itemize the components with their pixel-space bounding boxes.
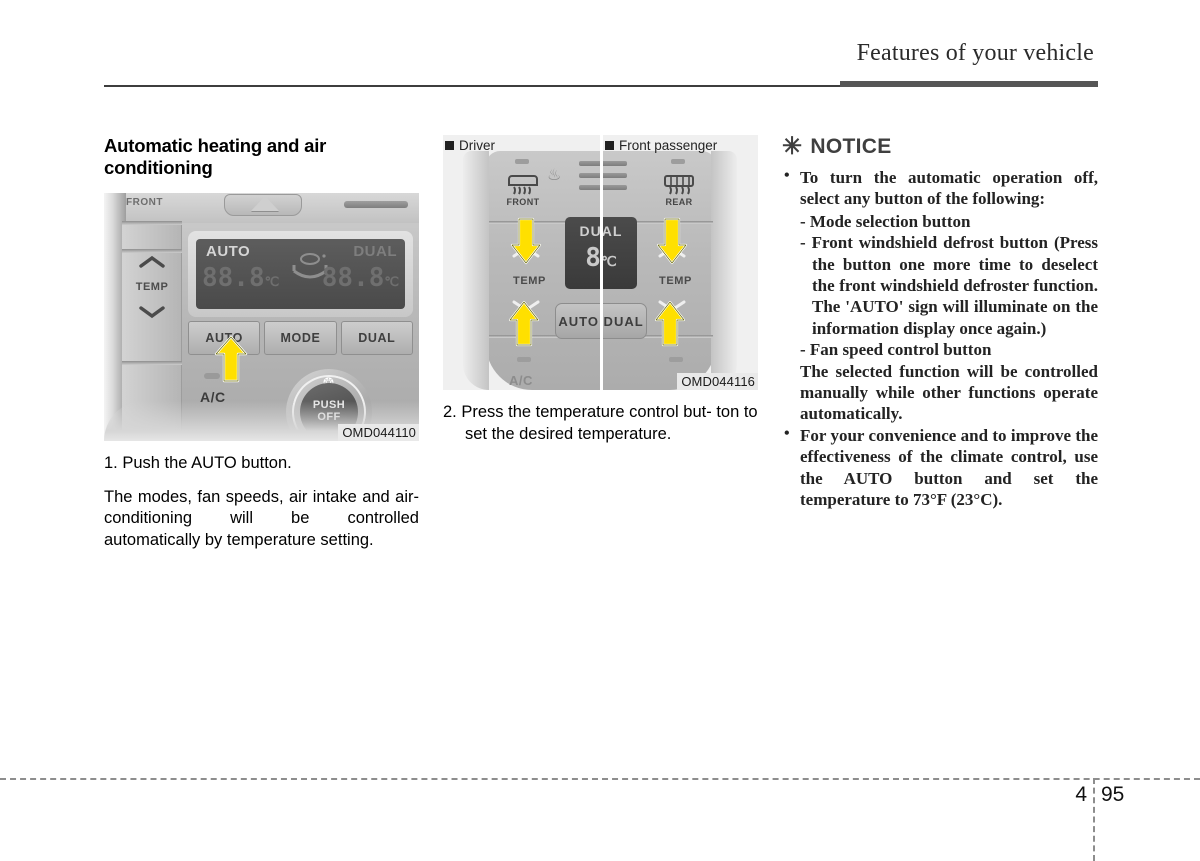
label-front-passenger: Front passenger: [605, 138, 717, 153]
footer-vertical-divider: [1093, 778, 1095, 861]
notice-sub-3: - Fan speed control button: [800, 340, 992, 360]
right-temp-unit: ℃: [384, 274, 399, 290]
display-left-temperature: 88.8℃: [202, 263, 279, 293]
rear-defrost-icon: [664, 174, 694, 194]
fan-bar-2: [579, 173, 627, 178]
header-rule-thick: [840, 81, 1098, 87]
passenger-label-text: Front passenger: [619, 138, 718, 153]
callout-arrow-down-passenger: [657, 217, 687, 265]
notice-list: To turn the automatic operation off, sel…: [782, 166, 1098, 511]
notice-sub-1: - Mode selection button: [800, 211, 971, 231]
temp-divider-top: [122, 220, 182, 225]
figure-climate-control-panel: FRONT TEMP AUTO DUAL 88.8℃ 88.8℃ AUTO MO…: [104, 192, 419, 441]
illustration-temp-console: FRONT REAR ♨ TEMP TEMP 8℃ AUTO DUAL A/C …: [443, 135, 758, 390]
callout-arrow-up-driver: [509, 301, 539, 347]
passenger-lower-led: [669, 357, 683, 362]
passenger-led: [671, 159, 685, 164]
step-1-text: 1. Push the AUTO button.: [104, 453, 292, 472]
temp-divider-upper: [122, 248, 182, 253]
fan-bar-1: [579, 161, 627, 166]
driver-lower-led: [517, 357, 531, 362]
figure-code-badge-2: OMD044116: [677, 373, 758, 390]
chapter-number: 4: [1075, 783, 1087, 806]
right-temp-value: 88.8: [321, 262, 385, 293]
section-title: Automatic heating and air conditioning: [104, 135, 327, 178]
notice-column: ✳ NOTICE To turn the automatic operation…: [782, 135, 1098, 512]
label-driver: Driver: [445, 138, 495, 153]
front-defrost-label: FRONT: [126, 196, 163, 208]
callout-arrow-down-driver: [511, 217, 541, 265]
callout-arrow-up-passenger: [655, 301, 685, 347]
panel-top-slot: [344, 200, 408, 208]
vent-arrow-icon: [251, 195, 279, 211]
temp-up-chevron-icon[interactable]: [138, 255, 166, 269]
notice-continuation: The selected function will be controlled…: [800, 361, 1098, 424]
set-temp-unit: ℃: [600, 254, 617, 270]
driver-led: [515, 159, 529, 164]
fan-bar-3: [579, 185, 627, 190]
driver-passenger-split-line: [600, 135, 603, 390]
left-temp-unit: ℃: [264, 274, 280, 290]
asterisk-icon: ✳: [782, 133, 803, 160]
rear-defroster-button[interactable]: REAR: [649, 167, 709, 213]
temp-label: TEMP: [135, 280, 169, 293]
fan-blower-icon: ♨: [547, 167, 562, 184]
passenger-temp-label: TEMP: [659, 275, 692, 287]
illustration-climate-panel: FRONT TEMP AUTO DUAL 88.8℃ 88.8℃ AUTO MO…: [104, 192, 419, 441]
left-column: Automatic heating and air conditioning F…: [104, 135, 419, 551]
front-defroster-button[interactable]: FRONT: [493, 167, 553, 213]
front-defrost-icon: [508, 174, 538, 194]
display-auto-text: AUTO: [206, 242, 251, 260]
notice-sub-2: - Front windshield defrost button (Press…: [800, 233, 1098, 338]
middle-column: FRONT REAR ♨ TEMP TEMP 8℃ AUTO DUAL A/C …: [443, 135, 758, 446]
set-temp-value: 8: [585, 243, 601, 273]
left-temp-value: 88.8: [202, 262, 265, 293]
passenger-marker-icon: [605, 141, 614, 150]
display-right-temperature: 88.8℃: [322, 263, 399, 293]
display-dual-text: DUAL: [353, 242, 397, 260]
ac-label-left: A/C: [509, 373, 533, 388]
step-2-line-1: 2. Press the temperature control but-: [443, 403, 712, 421]
notice-bullet-1: To turn the automatic operation off, sel…: [782, 166, 1098, 210]
page-number: 95: [1101, 783, 1125, 806]
console-left-side: [463, 151, 489, 390]
figure-code-badge: OMD044110: [338, 423, 419, 441]
driver-marker-icon: [445, 141, 454, 150]
front-defrost-label: FRONT: [506, 196, 540, 207]
display-frame: AUTO DUAL 88.8℃ 88.8℃: [188, 230, 413, 317]
dual-button[interactable]: DUAL: [340, 320, 413, 355]
left-paragraph: The modes, fan speeds, air intake and ai…: [104, 487, 419, 549]
information-display: AUTO DUAL 88.8℃ 88.8℃: [196, 238, 405, 309]
mode-button[interactable]: MODE: [264, 320, 337, 355]
figure-temperature-controls: FRONT REAR ♨ TEMP TEMP 8℃ AUTO DUAL A/C …: [443, 135, 758, 390]
step-2-text: 2. Press the temperature control but- to…: [443, 402, 758, 446]
rear-defrost-label: REAR: [665, 196, 693, 207]
footer-divider: [0, 778, 1200, 780]
temp-down-chevron-icon[interactable]: [138, 305, 166, 319]
driver-temp-label: TEMP: [513, 275, 546, 287]
page-title: Features of your vehicle: [856, 40, 1094, 66]
temp-divider-lower: [122, 360, 182, 365]
notice-heading-text: NOTICE: [810, 135, 892, 158]
console-right-side: [711, 151, 737, 390]
notice-bullet-2: For your convenience and to improve the …: [782, 424, 1098, 511]
fan-speed-bars: [579, 161, 627, 195]
driver-label-text: Driver: [459, 138, 495, 153]
callout-arrow-up-auto: [214, 335, 248, 383]
notice-heading: ✳ NOTICE: [782, 135, 1098, 159]
